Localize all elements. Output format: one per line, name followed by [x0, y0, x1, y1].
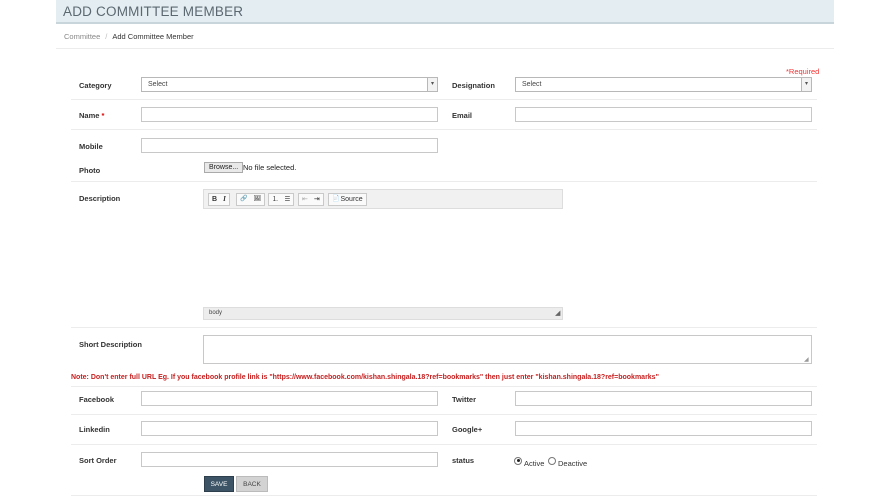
designation-select-value: Select [522, 81, 542, 88]
breadcrumb-separator: / [105, 32, 108, 41]
toolbar-source-group: 📄 Source [328, 193, 367, 206]
row-divider [71, 327, 817, 328]
sort-order-input[interactable] [141, 452, 438, 467]
status-deactive-option[interactable]: Deactive [548, 453, 587, 471]
browse-button[interactable]: Browse... [204, 162, 244, 173]
chevron-down-icon: ▾ [801, 78, 811, 91]
numbered-list-icon[interactable]: ⒈ [269, 194, 282, 205]
outdent-icon[interactable]: ⇤ [299, 194, 311, 205]
editor-statusbar: body [203, 307, 563, 320]
social-url-note: Note: Don't enter full URL Eg. If you fa… [71, 374, 659, 381]
name-label: Name * [79, 111, 105, 120]
row-divider [71, 444, 817, 445]
row-divider [71, 181, 817, 182]
designation-label: Designation [452, 81, 495, 90]
indent-icon[interactable]: ⇥ [311, 194, 323, 205]
twitter-label: Twitter [452, 395, 477, 404]
radio-deactive[interactable] [548, 456, 556, 465]
editor-toolbar: B I 🔗 🖼 ⒈ ☰ ⇤ ⇥ 📄 Source [203, 189, 563, 209]
sort-order-label: Sort Order [79, 456, 117, 465]
row-divider [71, 99, 817, 100]
source-icon: 📄 [332, 196, 340, 202]
twitter-input[interactable] [515, 391, 812, 406]
back-button[interactable]: BACK [236, 476, 268, 492]
divider [56, 48, 834, 49]
source-button[interactable]: Source [340, 194, 365, 205]
image-icon[interactable]: 🖼 [250, 194, 264, 205]
editor-path: body [209, 310, 223, 316]
row-divider [71, 386, 817, 387]
photo-label: Photo [79, 166, 101, 175]
breadcrumb-committee-link[interactable]: Committee [64, 32, 100, 41]
resize-handle-icon[interactable]: ◢ [555, 309, 560, 317]
radio-active[interactable] [514, 456, 522, 465]
description-editor-area[interactable] [203, 209, 563, 307]
row-divider [71, 414, 817, 415]
italic-button[interactable]: I [220, 194, 229, 205]
link-icon[interactable]: 🔗 [237, 194, 250, 205]
breadcrumb-current: Add Committee Member [112, 32, 194, 41]
status-label: status [452, 456, 475, 465]
facebook-label: Facebook [79, 395, 115, 404]
category-label: Category [79, 81, 112, 90]
bold-button[interactable]: B [209, 194, 220, 205]
linkedin-label: Linkedin [79, 425, 110, 434]
category-select[interactable]: Select ▾ [141, 77, 438, 92]
email-input[interactable] [515, 107, 812, 122]
googleplus-input[interactable] [515, 421, 812, 436]
file-status: No file selected. [243, 163, 297, 172]
row-divider [71, 495, 817, 496]
save-button[interactable]: SAVE [204, 476, 234, 492]
row-divider [71, 129, 817, 130]
email-label: Email [452, 111, 473, 120]
category-select-value: Select [148, 81, 168, 88]
required-note: *Required [786, 67, 820, 76]
toolbar-indent-group: ⇤ ⇥ [298, 193, 324, 206]
required-star: * [101, 111, 105, 120]
toolbar-insert-group: 🔗 🖼 [236, 193, 266, 206]
googleplus-label: Google+ [452, 425, 483, 434]
name-input[interactable] [141, 107, 438, 122]
status-active-option[interactable]: Active [514, 453, 544, 471]
linkedin-input[interactable] [141, 421, 438, 436]
short-description-label: Short Description [79, 340, 142, 349]
toolbar-list-group: ⒈ ☰ [268, 193, 295, 206]
mobile-label: Mobile [79, 142, 103, 151]
textarea-resize-icon[interactable]: ◢ [804, 356, 809, 363]
mobile-input[interactable] [141, 138, 438, 153]
status-deactive-label: Deactive [558, 459, 588, 468]
chevron-down-icon: ▾ [427, 78, 437, 91]
status-active-label: Active [524, 459, 545, 468]
description-label: Description [79, 194, 121, 203]
breadcrumb: Committee / Add Committee Member [64, 32, 194, 41]
toolbar-format-group: B I [208, 193, 230, 206]
bullet-list-icon[interactable]: ☰ [282, 194, 294, 205]
designation-select[interactable]: Select ▾ [515, 77, 812, 92]
page-title: ADD COMMITTEE MEMBER [63, 4, 244, 19]
facebook-input[interactable] [141, 391, 438, 406]
short-description-textarea[interactable] [203, 335, 812, 364]
